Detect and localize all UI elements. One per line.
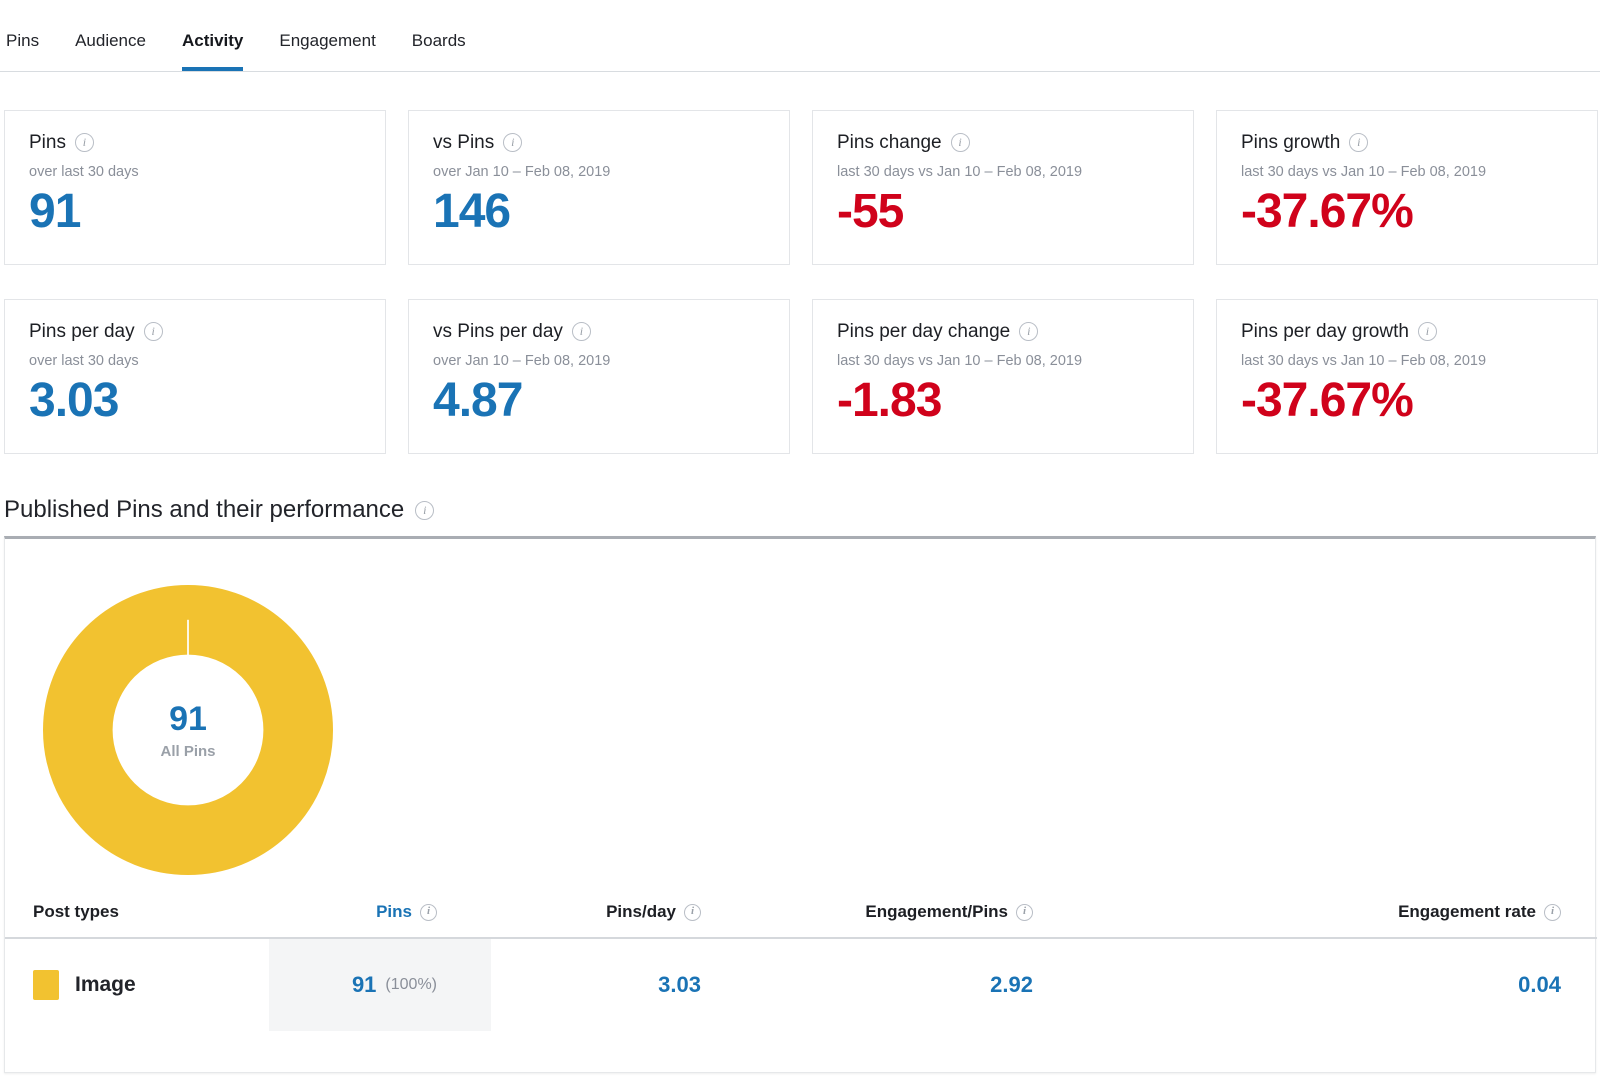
tab-boards[interactable]: Boards xyxy=(394,32,484,71)
table-header-label: Pins xyxy=(376,902,412,921)
kpi-card-subtitle: last 30 days vs Jan 10 – Feb 08, 2019 xyxy=(837,353,1083,369)
info-icon[interactable]: i xyxy=(1349,133,1369,152)
kpi-card-header: vs Pins i xyxy=(433,133,765,152)
cell-pins-percent: (100%) xyxy=(385,976,437,993)
kpi-card-row-2: Pins per day i over last 30 days 3.03 vs Pin… xyxy=(4,299,1600,454)
table-header-row: Post types Pins i Pins/day i Engagement/Pins i… xyxy=(5,887,1597,939)
kpi-card-header: Pins per day change i xyxy=(837,322,1169,341)
info-icon[interactable]: i xyxy=(1016,903,1033,921)
kpi-card-title: Pins per day xyxy=(29,321,135,342)
kpi-card-title: vs Pins xyxy=(433,132,495,153)
info-icon[interactable]: i xyxy=(74,133,94,152)
donut-total-label: All Pins xyxy=(160,742,216,760)
kpi-card-value: -55 xyxy=(837,184,904,238)
cell-post-type: Image xyxy=(33,939,269,1031)
table-header-pins[interactable]: Pins i xyxy=(269,902,491,922)
kpi-card: vs Pins per day i over Jan 10 – Feb 08, 20… xyxy=(408,299,790,454)
kpi-card-header: Pins per day growth i xyxy=(1241,322,1573,341)
table-header-label: Post types xyxy=(33,902,119,921)
tab-engagement[interactable]: Engagement xyxy=(261,32,393,71)
published-pins-panel: 91 All Pins Post types Pins i Pins/day i Enga… xyxy=(4,536,1597,1073)
section-title-text: Published Pins and their performance xyxy=(4,496,405,523)
kpi-card: Pins per day change i last 30 days vs Jan … xyxy=(812,299,1194,454)
donut-total-value: 91 xyxy=(169,699,207,738)
table-body: Image 91 (100%) 3.03 2.92 0.04 xyxy=(5,939,1597,1031)
kpi-card-title: Pins change xyxy=(837,132,942,153)
kpi-card: Pins i over last 30 days 91 xyxy=(4,110,386,265)
kpi-card-subtitle: over Jan 10 – Feb 08, 2019 xyxy=(433,164,611,180)
pinterest-activity-dashboard: Pins Audience Activity Engagement Boards Pin… xyxy=(0,0,1600,1089)
tab-activity[interactable]: Activity xyxy=(164,32,261,71)
table-header-post-types[interactable]: Post types xyxy=(33,902,269,922)
info-icon[interactable]: i xyxy=(950,133,970,152)
kpi-card: Pins growth i last 30 days vs Jan 10 – Feb… xyxy=(1216,110,1598,265)
kpi-card-header: Pins per day i xyxy=(29,322,361,341)
kpi-card: Pins per day i over last 30 days 3.03 xyxy=(4,299,386,454)
tab-list: Pins Audience Activity Engagement Boards xyxy=(0,0,1600,71)
post-type-label: Image xyxy=(75,973,136,996)
table-header-label: Engagement rate xyxy=(1398,902,1536,921)
kpi-card-subtitle: last 30 days vs Jan 10 – Feb 08, 2019 xyxy=(1241,164,1487,180)
kpi-card-subtitle: over last 30 days xyxy=(29,353,139,369)
kpi-card-title: Pins growth xyxy=(1241,132,1341,153)
kpi-card-subtitle: last 30 days vs Jan 10 – Feb 08, 2019 xyxy=(837,164,1083,180)
table-header-label: Engagement/Pins xyxy=(865,902,1008,921)
info-icon[interactable]: i xyxy=(1417,322,1437,341)
kpi-card-subtitle: last 30 days vs Jan 10 – Feb 08, 2019 xyxy=(1241,353,1487,369)
post-types-table: Post types Pins i Pins/day i Engagement/Pins i… xyxy=(5,887,1597,1031)
kpi-card-value: -37.67% xyxy=(1241,373,1414,427)
tab-pins[interactable]: Pins xyxy=(6,32,57,71)
kpi-card: vs Pins i over Jan 10 – Feb 08, 2019 146 xyxy=(408,110,790,265)
kpi-card-value: 3.03 xyxy=(29,373,119,427)
cell-pins: 91 (100%) xyxy=(269,939,491,1031)
info-icon[interactable]: i xyxy=(420,903,437,921)
kpi-card-value: 4.87 xyxy=(433,373,523,427)
analytics-tabbar: Pins Audience Activity Engagement Boards xyxy=(0,0,1600,72)
info-icon[interactable]: i xyxy=(143,322,163,341)
table-header-pins-day[interactable]: Pins/day i xyxy=(491,902,763,922)
kpi-card-title: Pins xyxy=(29,132,66,153)
kpi-card-header: Pins i xyxy=(29,133,361,152)
cell-engagement-per-pins: 2.92 xyxy=(990,972,1033,997)
legend-swatch-icon xyxy=(33,970,59,1000)
info-icon[interactable]: i xyxy=(571,322,591,341)
kpi-card: Pins change i last 30 days vs Jan 10 – Feb… xyxy=(812,110,1194,265)
kpi-card-header: vs Pins per day i xyxy=(433,322,765,341)
table-header-engagement-pins[interactable]: Engagement/Pins i xyxy=(763,902,1095,922)
kpi-card-row-1: Pins i over last 30 days 91 vs Pins i over Jan… xyxy=(4,110,1600,265)
kpi-card-subtitle: over last 30 days xyxy=(29,164,139,180)
kpi-card-value: 146 xyxy=(433,184,511,238)
kpi-card-header: Pins growth i xyxy=(1241,133,1573,152)
info-icon[interactable]: i xyxy=(684,903,701,921)
cell-engagement-rate: 0.04 xyxy=(1518,972,1561,997)
kpi-card: Pins per day growth i last 30 days vs Jan … xyxy=(1216,299,1598,454)
info-icon[interactable]: i xyxy=(1019,322,1039,341)
info-icon[interactable]: i xyxy=(415,500,435,520)
donut-center-label: 91 All Pins xyxy=(43,585,333,875)
section-heading: Published Pins and their performance i xyxy=(4,496,435,523)
kpi-card-title: Pins per day change xyxy=(837,321,1011,342)
pins-donut-chart: 91 All Pins xyxy=(43,585,333,875)
kpi-card-value: -37.67% xyxy=(1241,184,1414,238)
tab-audience[interactable]: Audience xyxy=(57,32,164,71)
info-icon[interactable]: i xyxy=(1544,903,1561,921)
kpi-card-title: vs Pins per day xyxy=(433,321,563,342)
kpi-card-header: Pins change i xyxy=(837,133,1169,152)
kpi-card-value: -1.83 xyxy=(837,373,942,427)
kpi-card-value: 91 xyxy=(29,184,81,238)
table-header-label: Pins/day xyxy=(606,902,676,921)
table-header-engagement-rate[interactable]: Engagement rate i xyxy=(1095,902,1569,922)
info-icon[interactable]: i xyxy=(503,133,523,152)
kpi-card-subtitle: over Jan 10 – Feb 08, 2019 xyxy=(433,353,611,369)
cell-pins-per-day: 3.03 xyxy=(658,972,701,997)
cell-pins-value: 91 xyxy=(351,972,377,997)
table-row[interactable]: Image 91 (100%) 3.03 2.92 0.04 xyxy=(5,939,1597,1031)
kpi-card-title: Pins per day growth xyxy=(1241,321,1409,342)
